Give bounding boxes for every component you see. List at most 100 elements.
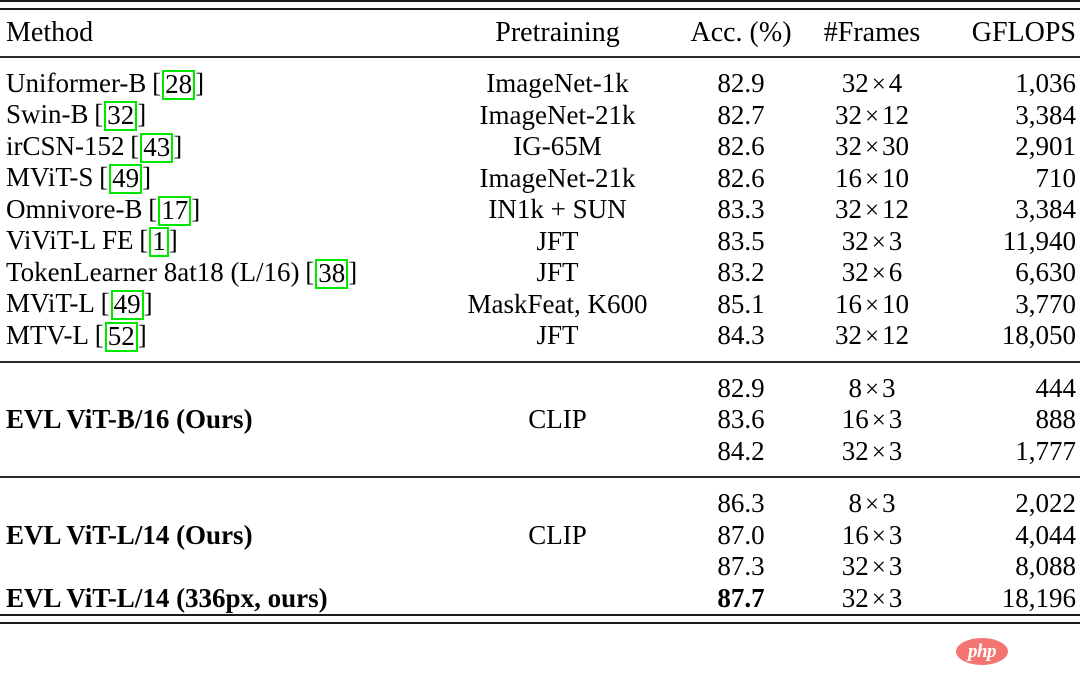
spacer-after-rule-1 (0, 364, 1080, 373)
method-name: EVL ViT-L/14 (Ours) (6, 519, 253, 550)
cell-frames: 16 × 3 (797, 404, 947, 436)
cell-method-group: EVL ViT-L/14 (Ours) (0, 488, 430, 583)
cell-accuracy: 85.1 (717, 288, 765, 319)
table-row: Uniformer-B [28] ImageNet-1k 82.9 32 × 4 1,036 (0, 68, 1080, 100)
frames-count: 32 (841, 551, 869, 582)
spacer-before-rule-1 (0, 352, 1080, 362)
citation-bracket-open: [ (133, 225, 148, 256)
spacer-after-header (0, 59, 1080, 68)
cell-accuracy: 83.5 (717, 225, 765, 256)
times-symbol: × (871, 228, 886, 256)
frames-count: 32 (841, 582, 869, 613)
cell-gflops: 3,384 (1015, 194, 1076, 225)
cell-method: Uniformer-B [28] (0, 68, 430, 100)
table-row-evl-vit-b16: EVL ViT-B/16 (Ours) CLIP 82.9 8 × 3 444 (0, 372, 1080, 433)
column-header-frames: #Frames (823, 17, 921, 48)
citation-reference-box[interactable]: 1 (149, 227, 169, 258)
citation-bracket-close: ] (348, 256, 357, 287)
cell-gflops: 2,022 (1015, 488, 1076, 519)
frames-count: 16 (841, 519, 869, 550)
times-symbol: × (871, 438, 886, 466)
cell-accuracy: 87.0 (717, 519, 765, 550)
rule-line (0, 614, 1080, 624)
cell-accuracy: 87.3 (717, 551, 765, 582)
frames-count: 32 (834, 320, 862, 351)
cell-pretraining: JFT (536, 320, 579, 351)
cell-method: TokenLearner 8at18 (L/16) [38] (0, 257, 430, 289)
cell-accuracy: 83.2 (717, 257, 765, 288)
table-row: Omnivore-B [17] IN1k + SUN 83.3 32 × 12 3,384 (0, 194, 1080, 226)
frames-views: 3 (888, 404, 903, 435)
citation-reference-box[interactable]: 28 (162, 69, 196, 100)
citation-bracket-open: [ (299, 256, 314, 287)
cell-gflops: 1,777 (1015, 435, 1076, 466)
cell-pretraining: JFT (536, 257, 579, 288)
cell-pretraining: ImageNet-21k (479, 162, 636, 193)
method-name: MViT-L (6, 288, 95, 319)
cell-frames: 32 × 12 (797, 320, 947, 352)
cell-method: irCSN-152 [43] (0, 131, 430, 163)
frames-views: 12 (882, 320, 910, 351)
times-symbol: × (864, 197, 880, 225)
method-name: irCSN-152 (6, 130, 125, 161)
table-row: Swin-B [32] ImageNet-21k 82.7 32 × 12 3,384 (0, 100, 1080, 132)
citation-reference-box[interactable]: 52 (104, 321, 138, 352)
column-header-method: Method (6, 17, 94, 48)
citation-bracket-close: ] (143, 288, 153, 319)
cell-frames: 32 × 3 (797, 583, 947, 616)
cell-accuracy: 83.3 (717, 194, 765, 225)
frames-count: 32 (834, 194, 862, 225)
citation-reference-box[interactable]: 32 (104, 101, 138, 132)
times-symbol: × (864, 323, 880, 351)
cell-pretraining (430, 583, 685, 616)
citation-reference-box[interactable]: 49 (110, 290, 144, 321)
cell-frames: 32 × 12 (797, 100, 947, 132)
table-row: MTV-L [52] JFT 84.3 32 × 12 18,050 (0, 320, 1080, 352)
cell-gflops: 710 (1035, 162, 1077, 193)
citation-reference-box[interactable]: 49 (109, 164, 143, 195)
cell-pretraining-group: CLIP (528, 519, 587, 550)
frames-count: 16 (841, 404, 869, 435)
times-symbol: × (871, 71, 886, 99)
times-symbol: × (864, 375, 880, 403)
times-symbol: × (864, 165, 880, 193)
cell-method: MTV-L [52] (0, 320, 430, 352)
citation-reference-box[interactable]: 17 (158, 195, 192, 226)
frames-count: 16 (834, 288, 862, 319)
cell-frames: 32 × 6 (797, 257, 947, 289)
citation-bracket-open: [ (146, 67, 161, 98)
frames-count: 32 (841, 225, 869, 256)
column-header-acc: Acc. (%) (690, 17, 792, 48)
cell-gflops: 888 (1035, 404, 1077, 435)
method-name: Swin-B (6, 99, 89, 130)
citation-reference-box[interactable]: 38 (315, 258, 349, 289)
frames-views: 3 (888, 225, 903, 256)
cell-accuracy: 82.7 (717, 99, 765, 130)
frames-count: 32 (841, 435, 869, 466)
citation-reference-box[interactable]: 43 (140, 132, 174, 163)
table-row: ViViT-L FE [1] JFT 83.5 32 × 3 11,940 (0, 226, 1080, 258)
cell-gflops: 6,630 (1015, 257, 1076, 288)
frames-views: 3 (882, 372, 896, 403)
frames-views: 3 (888, 435, 903, 466)
citation-bracket-close: ] (191, 193, 200, 224)
results-table: Method Pretraining Acc. (%) #Frames GFLOPS Un… (0, 0, 1080, 624)
cell-gflops: 8,088 (1015, 551, 1076, 582)
cell-method: MViT-S [49] (0, 163, 430, 195)
method-name: ViViT-L FE (6, 225, 134, 256)
cell-pretraining: ImageNet-21k (479, 99, 636, 130)
times-symbol: × (871, 522, 886, 550)
php-watermark-badge: php (956, 638, 1008, 665)
cell-method: MViT-L [49] (0, 289, 430, 321)
frames-views: 10 (882, 288, 910, 319)
times-symbol: × (864, 291, 880, 319)
table-row: irCSN-152 [43] IG-65M 82.6 32 × 30 2,901 (0, 131, 1080, 163)
cell-method: ViViT-L FE [1] (0, 226, 430, 258)
cell-pretraining-group: CLIP (528, 404, 587, 435)
cell-accuracy: 82.9 (717, 68, 765, 99)
citation-bracket-open: [ (142, 193, 157, 224)
cell-pretraining: MaskFeat, K600 (467, 288, 648, 319)
watermark-label: php (967, 641, 997, 662)
citation-bracket-close: ] (137, 99, 146, 130)
cell-gflops: 3,384 (1015, 99, 1076, 130)
